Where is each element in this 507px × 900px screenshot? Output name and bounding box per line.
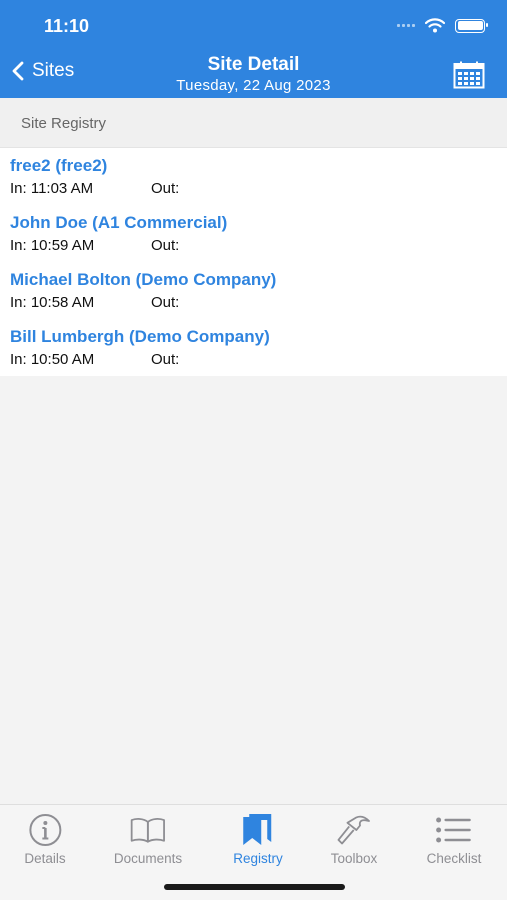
cellular-signal-icon xyxy=(397,24,415,27)
status-time: 11:10 xyxy=(44,16,90,36)
entry-times: In: 10:50 AM Out: xyxy=(10,351,507,368)
title-group: Site Detail Tuesday, 22 Aug 2023 xyxy=(0,54,507,94)
info-icon xyxy=(27,813,63,847)
entry-name: Bill Lumbergh (Demo Company) xyxy=(10,327,270,346)
entry-name: John Doe (A1 Commercial) xyxy=(10,213,228,232)
tab-label: Details xyxy=(24,851,66,866)
registry-list: free2 (free2) In: 11:03 AM Out: John Doe… xyxy=(0,148,507,376)
entry-out-time: Out: xyxy=(151,351,180,368)
home-indicator[interactable] xyxy=(164,884,345,890)
tab-details[interactable]: Details xyxy=(24,813,66,866)
tab-registry[interactable]: Registry xyxy=(233,813,283,866)
book-icon xyxy=(130,813,166,847)
entry-in-time: In: 10:50 AM xyxy=(10,351,95,368)
wifi-icon xyxy=(425,18,445,33)
tab-label: Toolbox xyxy=(330,851,378,866)
entry-times: In: 11:03 AM Out: xyxy=(10,180,507,197)
hammer-icon xyxy=(336,813,372,847)
list-item[interactable]: free2 (free2) In: 11:03 AM Out: xyxy=(0,148,507,205)
list-icon xyxy=(436,813,472,847)
tab-checklist[interactable]: Checklist xyxy=(426,813,482,866)
calendar-icon xyxy=(453,61,485,89)
entry-out-time: Out: xyxy=(151,294,180,311)
tab-documents[interactable]: Documents xyxy=(114,813,182,866)
entry-out-time: Out: xyxy=(151,237,180,254)
entry-in-time: In: 11:03 AM xyxy=(10,180,94,197)
tab-label: Registry xyxy=(233,851,283,866)
list-item[interactable]: Bill Lumbergh (Demo Company) In: 10:50 A… xyxy=(0,319,507,376)
page-subtitle-date: Tuesday, 22 Aug 2023 xyxy=(176,77,331,94)
entry-name: free2 (free2) xyxy=(10,156,108,175)
section-header: Site Registry xyxy=(0,98,507,148)
entry-in-time: In: 10:59 AM xyxy=(10,237,95,254)
calendar-button[interactable] xyxy=(453,61,485,94)
tab-label: Documents xyxy=(113,851,183,866)
tab-toolbox[interactable]: Toolbox xyxy=(330,813,378,866)
navigation-header: 11:10 Sites Site Detail Tuesday, 22 Aug … xyxy=(0,0,507,98)
entry-out-time: Out: xyxy=(151,180,180,197)
list-item[interactable]: Michael Bolton (Demo Company) In: 10:58 … xyxy=(0,262,507,319)
list-item[interactable]: John Doe (A1 Commercial) In: 10:59 AM Ou… xyxy=(0,205,507,262)
bookmarks-icon xyxy=(240,813,276,847)
section-title: Site Registry xyxy=(21,115,107,132)
entry-times: In: 10:58 AM Out: xyxy=(10,294,507,311)
page-title: Site Detail xyxy=(207,54,300,75)
entry-name: Michael Bolton (Demo Company) xyxy=(10,270,277,289)
tab-label: Checklist xyxy=(426,851,482,866)
entry-in-time: In: 10:58 AM xyxy=(10,294,95,311)
entry-times: In: 10:59 AM Out: xyxy=(10,237,507,254)
status-icons xyxy=(397,18,488,33)
battery-icon xyxy=(455,18,488,33)
